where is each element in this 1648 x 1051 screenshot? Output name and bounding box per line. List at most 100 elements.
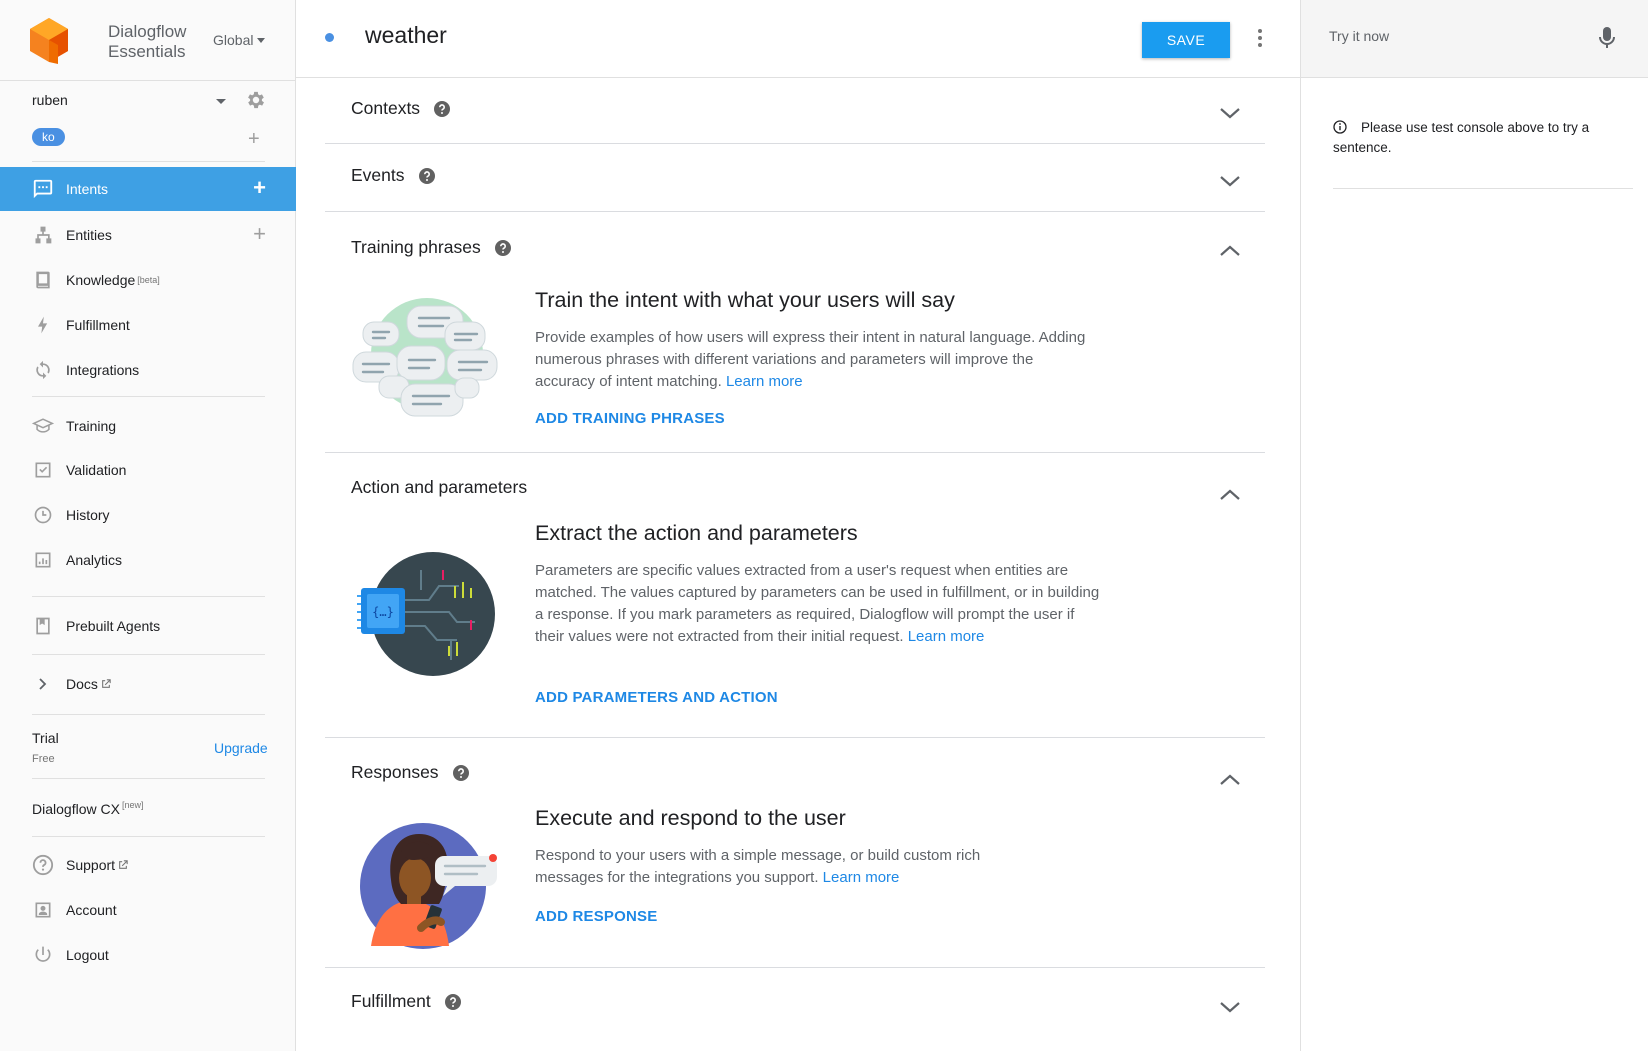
section-title-text: Action and parameters bbox=[351, 477, 528, 497]
cx-label: Dialogflow CX bbox=[32, 801, 120, 817]
section-title-text: Fulfillment bbox=[351, 991, 431, 1011]
power-icon bbox=[32, 944, 54, 966]
chevron-down-icon[interactable] bbox=[1219, 106, 1241, 120]
help-icon[interactable] bbox=[444, 993, 461, 1010]
sidebar-item-entities[interactable]: Entities + bbox=[0, 213, 296, 257]
caret-down-icon bbox=[257, 38, 266, 43]
new-badge: [new] bbox=[121, 800, 144, 810]
region-selector[interactable]: Global bbox=[213, 32, 266, 48]
section-title[interactable]: Action and parameters bbox=[351, 477, 527, 498]
section-events[interactable]: Events bbox=[325, 144, 1265, 212]
sidebar-item-label: Validation bbox=[66, 462, 127, 478]
caret-down-icon[interactable] bbox=[216, 99, 226, 104]
sidebar-item-label: Intents bbox=[66, 181, 109, 197]
graduation-cap-icon bbox=[32, 415, 54, 437]
add-entity-icon[interactable]: + bbox=[253, 222, 266, 246]
app-root: Dialogflow Essentials Global ruben ko + … bbox=[0, 0, 1648, 1051]
sidebar-item-training[interactable]: Training bbox=[0, 404, 296, 448]
sidebar-item-analytics[interactable]: Analytics bbox=[0, 538, 296, 582]
add-parameters-and-action-button[interactable]: ADD PARAMETERS AND ACTION bbox=[535, 689, 778, 706]
sidebar-item-prebuilt-agents[interactable]: Prebuilt Agents bbox=[0, 604, 296, 648]
save-button[interactable]: SAVE bbox=[1142, 22, 1230, 58]
sidebar-item-label: Integrations bbox=[66, 362, 140, 378]
sidebar-item-label: Training bbox=[66, 418, 117, 434]
sidebar-item-label: Entities bbox=[66, 227, 112, 243]
divider bbox=[32, 654, 265, 655]
learn-more-link[interactable]: Learn more bbox=[908, 628, 985, 645]
bar-chart-icon bbox=[32, 549, 54, 571]
chevron-up-icon[interactable] bbox=[1219, 244, 1241, 258]
section-title[interactable]: Training phrases bbox=[351, 237, 511, 258]
section-fulfillment[interactable]: Fulfillment bbox=[325, 968, 1265, 1038]
learn-more-link[interactable]: Learn more bbox=[726, 373, 803, 390]
chevron-right-icon bbox=[32, 673, 54, 695]
clock-icon bbox=[32, 504, 54, 526]
console-info: Please use test console above to try a s… bbox=[1333, 118, 1623, 158]
section-title-text: Responses bbox=[351, 762, 439, 782]
description-text: Provide examples of how users will expre… bbox=[535, 329, 1086, 390]
gear-icon[interactable] bbox=[245, 89, 267, 111]
sidebar-item-label: Knowledge bbox=[66, 272, 136, 288]
section-training-phrases: Training phrases Train the intent with w… bbox=[325, 212, 1265, 453]
add-training-phrases-button[interactable]: ADD TRAINING PHRASES bbox=[535, 410, 725, 427]
agent-selector[interactable]: ruben bbox=[32, 92, 68, 108]
description-text: Parameters are specific values extracted… bbox=[535, 562, 1100, 645]
logo[interactable]: Dialogflow Essentials Global bbox=[30, 18, 280, 64]
add-language-icon[interactable]: + bbox=[248, 129, 260, 149]
chevron-up-icon[interactable] bbox=[1219, 488, 1241, 502]
section-contexts[interactable]: Contexts bbox=[325, 78, 1265, 144]
microphone-icon[interactable] bbox=[1597, 26, 1617, 50]
sidebar-item-support[interactable]: Support bbox=[0, 843, 296, 887]
sidebar-item-validation[interactable]: Validation bbox=[0, 448, 296, 492]
try-it-now-input[interactable] bbox=[1329, 28, 1589, 44]
svg-text:{…}: {…} bbox=[372, 605, 394, 619]
upgrade-link[interactable]: Upgrade bbox=[214, 740, 268, 756]
logo-text: Dialogflow Essentials bbox=[108, 22, 186, 62]
section-description: Respond to your users with a simple mess… bbox=[535, 845, 1015, 889]
add-response-button[interactable]: ADD RESPONSE bbox=[535, 908, 657, 925]
chevron-down-icon[interactable] bbox=[1219, 174, 1241, 188]
circuit-illustration: {…} bbox=[357, 552, 495, 676]
section-title-text: Training phrases bbox=[351, 237, 481, 257]
bookmark-book-icon bbox=[32, 615, 54, 637]
section-title[interactable]: Responses bbox=[351, 762, 469, 783]
learn-more-link[interactable]: Learn more bbox=[823, 869, 900, 886]
chevron-down-icon[interactable] bbox=[1219, 1000, 1241, 1014]
section-responses: Responses Execute and respond to the use… bbox=[325, 738, 1265, 968]
sidebar-item-integrations[interactable]: Integrations bbox=[0, 348, 296, 392]
divider bbox=[1333, 188, 1633, 189]
sidebar-item-intents[interactable]: Intents + bbox=[0, 167, 296, 211]
sidebar-item-fulfillment[interactable]: Fulfillment bbox=[0, 303, 296, 347]
dialogflow-cx-link[interactable]: Dialogflow CX [new] bbox=[32, 800, 143, 817]
intent-editor: Contexts Events Training phrases Train t… bbox=[296, 78, 1300, 1051]
help-icon[interactable] bbox=[434, 100, 451, 117]
chevron-up-icon[interactable] bbox=[1219, 773, 1241, 787]
sidebar-item-logout[interactable]: Logout bbox=[0, 933, 296, 977]
more-vert-icon[interactable] bbox=[1257, 28, 1263, 48]
sidebar-item-history[interactable]: History bbox=[0, 493, 296, 537]
divider bbox=[32, 396, 265, 397]
beta-badge: [beta] bbox=[137, 275, 160, 285]
sidebar-item-docs[interactable]: Docs bbox=[0, 662, 296, 706]
section-title: Contexts bbox=[351, 98, 451, 119]
divider bbox=[0, 80, 296, 81]
add-intent-icon[interactable]: + bbox=[253, 176, 266, 200]
sidebar-item-account[interactable]: Account bbox=[0, 888, 296, 932]
logo-line1: Dialogflow bbox=[108, 22, 187, 41]
sidebar-item-knowledge[interactable]: Knowledge [beta] bbox=[0, 258, 296, 302]
chat-icon bbox=[32, 178, 54, 200]
section-title: Events bbox=[351, 165, 435, 186]
sidebar-item-label: Logout bbox=[66, 947, 109, 963]
divider bbox=[32, 714, 265, 715]
section-description: Parameters are specific values extracted… bbox=[535, 560, 1100, 648]
sidebar-item-label: Fulfillment bbox=[66, 317, 130, 333]
language-chip[interactable]: ko bbox=[32, 128, 65, 146]
description-text: Respond to your users with a simple mess… bbox=[535, 847, 981, 886]
help-icon[interactable] bbox=[494, 239, 511, 256]
help-icon[interactable] bbox=[418, 167, 435, 184]
info-icon bbox=[1333, 120, 1347, 134]
intent-name-input[interactable]: weather bbox=[365, 22, 447, 49]
test-console-bar bbox=[1301, 0, 1648, 78]
plan-name: Trial bbox=[32, 730, 59, 746]
help-icon[interactable] bbox=[452, 764, 469, 781]
